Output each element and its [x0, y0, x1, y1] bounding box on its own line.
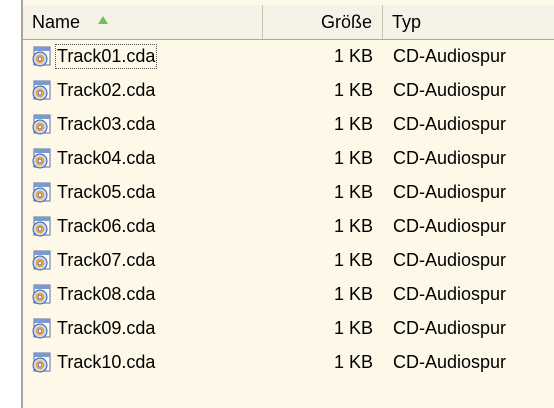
cd-audio-track-icon [31, 317, 53, 339]
file-size: 1 KB [333, 215, 373, 236]
file-size: 1 KB [333, 79, 373, 100]
column-header-name-label: Name [32, 11, 81, 32]
file-name-cell: Track06.cda [23, 215, 263, 237]
file-name: Track02.cda [57, 79, 156, 100]
file-name-cell: Track09.cda [23, 317, 263, 339]
cd-audio-track-icon [31, 351, 53, 373]
file-name-cell: Track04.cda [23, 147, 263, 169]
file-name-cell: Track05.cda [23, 181, 263, 203]
file-row[interactable]: Track04.cda 1 KB CD-Audiospur [23, 141, 554, 175]
file-size: 1 KB [333, 181, 373, 202]
file-size: 1 KB [333, 249, 373, 270]
file-type: CD-Audiospur [393, 215, 507, 236]
file-row[interactable]: Track02.cda 1 KB CD-Audiospur [23, 73, 554, 107]
file-size: 1 KB [333, 351, 373, 372]
file-type: CD-Audiospur [393, 249, 507, 270]
file-type: CD-Audiospur [393, 113, 507, 134]
file-name-cell: Track07.cda [23, 249, 263, 271]
file-list: Track01.cda 1 KB CD-Audiospur Track02.cda 1… [23, 39, 554, 379]
column-header-size-label: Größe [320, 11, 372, 32]
cd-audio-track-icon [31, 249, 53, 271]
file-type: CD-Audiospur [393, 351, 507, 372]
file-size: 1 KB [333, 317, 373, 338]
file-name-cell: Track03.cda [23, 113, 263, 135]
cd-audio-track-icon [31, 79, 53, 101]
file-name: Track09.cda [57, 317, 156, 338]
file-row[interactable]: Track10.cda 1 KB CD-Audiospur [23, 345, 554, 379]
file-name-cell: Track08.cda [23, 283, 263, 305]
file-row[interactable]: Track01.cda 1 KB CD-Audiospur [23, 39, 554, 73]
file-name: Track07.cda [57, 249, 156, 270]
file-name: Track10.cda [57, 351, 156, 372]
cd-audio-track-icon [31, 283, 53, 305]
file-size: 1 KB [333, 147, 373, 168]
column-header-type[interactable]: Typ [383, 5, 554, 39]
column-header-size[interactable]: Größe [263, 5, 383, 39]
file-type: CD-Audiospur [393, 79, 507, 100]
cd-audio-track-icon [31, 215, 53, 237]
file-row[interactable]: Track08.cda 1 KB CD-Audiospur [23, 277, 554, 311]
file-name: Track08.cda [57, 283, 156, 304]
file-row[interactable]: Track06.cda 1 KB CD-Audiospur [23, 209, 554, 243]
file-name-cell: Track02.cda [23, 79, 263, 101]
cd-audio-track-icon [31, 147, 53, 169]
cd-audio-track-icon [31, 45, 53, 67]
file-name: Track06.cda [57, 215, 156, 236]
file-name-cell: Track10.cda [23, 351, 263, 373]
file-name: Track01.cda [54, 43, 158, 69]
file-size: 1 KB [333, 283, 373, 304]
file-name: Track03.cda [57, 113, 156, 134]
file-type: CD-Audiospur [393, 147, 507, 168]
file-size: 1 KB [333, 45, 373, 66]
file-name: Track04.cda [57, 147, 156, 168]
file-type: CD-Audiospur [393, 45, 507, 66]
column-header-name[interactable]: Name [23, 5, 263, 39]
sort-ascending-icon [98, 16, 109, 24]
file-type: CD-Audiospur [393, 181, 507, 202]
cd-audio-track-icon [31, 113, 53, 135]
file-row[interactable]: Track09.cda 1 KB CD-Audiospur [23, 311, 554, 345]
file-row[interactable]: Track03.cda 1 KB CD-Audiospur [23, 107, 554, 141]
file-type: CD-Audiospur [393, 317, 507, 338]
file-name-cell: Track01.cda [23, 43, 263, 69]
column-header-type-label: Typ [392, 11, 422, 32]
file-row[interactable]: Track05.cda 1 KB CD-Audiospur [23, 175, 554, 209]
file-size: 1 KB [333, 113, 373, 134]
file-row[interactable]: Track07.cda 1 KB CD-Audiospur [23, 243, 554, 277]
file-name: Track05.cda [57, 181, 156, 202]
column-header-bar: Name Größe Typ [23, 5, 554, 40]
cd-audio-track-icon [31, 181, 53, 203]
file-type: CD-Audiospur [393, 283, 507, 304]
